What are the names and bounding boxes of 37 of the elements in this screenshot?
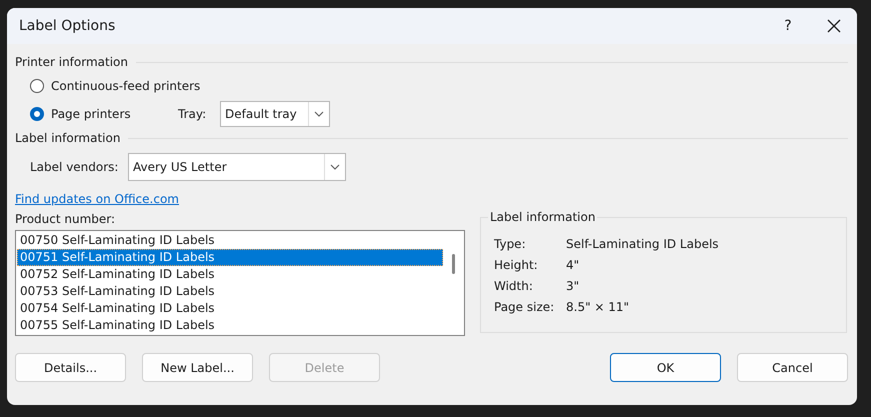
window-title: Label Options [19,18,116,34]
dialog-button[interactable]: New Label... [142,353,253,382]
field-label: Label vendors: [30,160,120,174]
close-icon [827,19,841,33]
list-item[interactable]: 00755 Self-Laminating ID Labels [17,317,443,334]
section-heading: Label information [15,131,122,145]
caret-icon [330,164,340,170]
radio-label[interactable]: Continuous-feed printers [51,79,200,93]
info-label: Type: [494,236,527,253]
info-label: Height: [494,257,539,274]
list-item[interactable]: 00754 Self-Laminating ID Labels [17,300,443,317]
link[interactable]: Find updates on Office.com [15,192,179,206]
list-item[interactable]: 00753 Self-Laminating ID Labels [17,283,443,300]
field-label: Product number: [15,212,116,228]
radio-button[interactable] [30,107,44,121]
list-item[interactable]: 00750 Self-Laminating ID Labels [17,232,443,249]
dialog-button[interactable]: OK [610,353,721,382]
info-value: 3" [566,278,580,295]
dialog-button[interactable]: Cancel [737,353,848,382]
info-label: Width: [494,278,534,295]
info-value: 4" [566,257,580,274]
help-button[interactable]: ? [765,18,811,34]
info-value: Self-Laminating ID Labels [566,236,720,253]
dropdown-field[interactable]: Avery US Letter [128,153,346,181]
dropdown-field[interactable]: Default tray [220,101,330,127]
field-label: Tray: [178,107,208,121]
list-item[interactable]: 00752 Self-Laminating ID Labels [17,266,443,283]
section-heading: Printer information [15,55,129,69]
scrollbar-thumb[interactable] [452,254,454,274]
info-label: Page size: [494,299,556,316]
caret-icon [314,111,324,117]
panel-heading: Label information [488,210,598,224]
list-item[interactable]: 00751 Self-Laminating ID Labels [17,249,443,266]
radio-label[interactable]: Page printers [51,107,178,121]
info-value: 8.5" × 11" [566,299,630,316]
dialog-button[interactable]: Details... [15,353,126,382]
radio-button[interactable] [30,79,44,93]
